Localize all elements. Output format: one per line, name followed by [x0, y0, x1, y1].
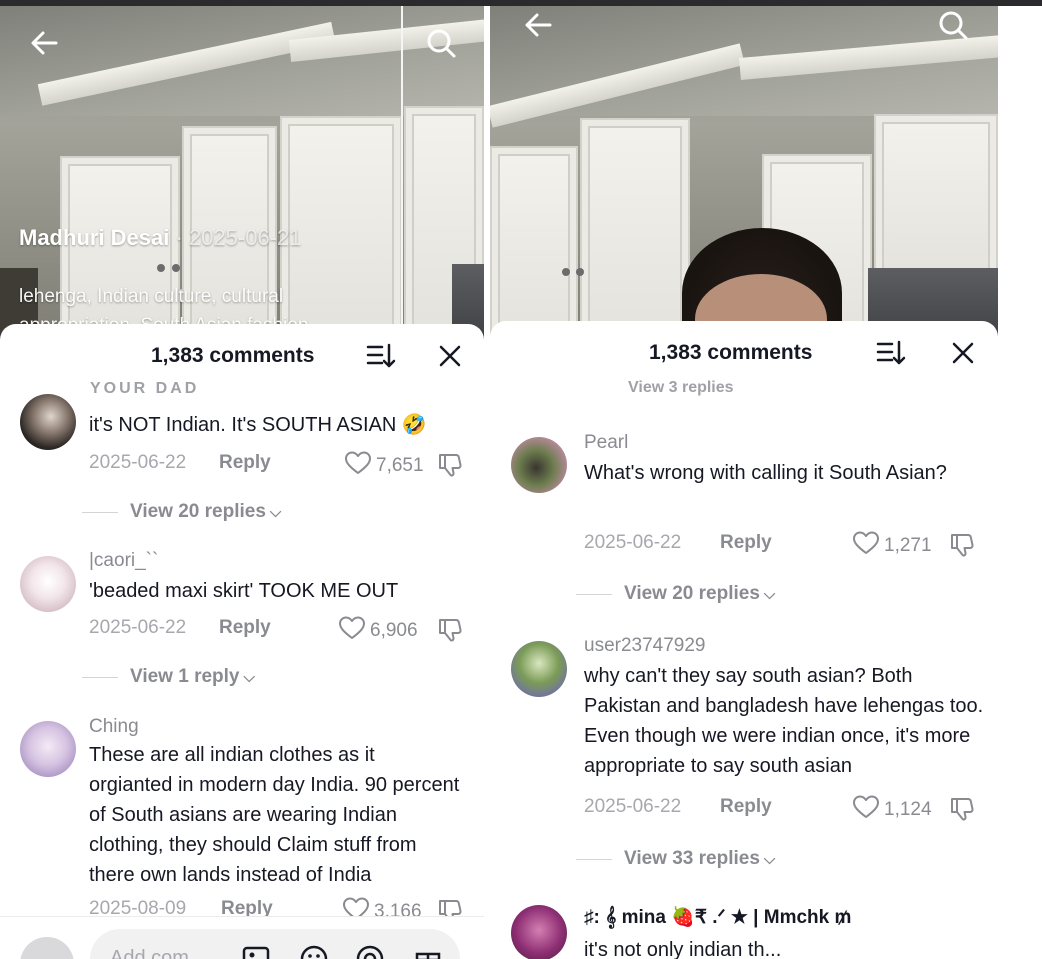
- like-count: 6,906: [370, 620, 418, 641]
- comment-username[interactable]: Ching: [89, 716, 139, 738]
- avatar[interactable]: [511, 437, 567, 493]
- comment-input[interactable]: Add com...: [90, 929, 460, 959]
- cut-off-view-replies: View 3 replies: [628, 379, 734, 396]
- like-button[interactable]: 7,651: [344, 450, 424, 482]
- cut-off-username: YOUR DAD: [90, 380, 200, 397]
- left-screen: Madhuri Desai · 2025-06-21 lehenga, Indi…: [0, 6, 484, 959]
- avatar[interactable]: [511, 905, 567, 959]
- comment-date: 2025-06-22: [584, 532, 682, 553]
- view-replies-button[interactable]: View 20 replies ⌵: [82, 501, 281, 523]
- avatar[interactable]: [20, 394, 76, 450]
- comment-date: 2025-06-22: [584, 796, 682, 817]
- comment-text: why can't they say south asian? Both Pak…: [584, 665, 984, 777]
- search-icon[interactable]: [424, 26, 458, 60]
- comment-input-placeholder: Add com...: [110, 947, 206, 959]
- view-replies-button[interactable]: View 20 replies ⌵: [576, 583, 775, 605]
- dislike-icon[interactable]: [949, 796, 975, 822]
- avatar[interactable]: [20, 721, 76, 777]
- heart-icon: [344, 450, 372, 482]
- like-button[interactable]: 1,124: [852, 794, 932, 826]
- comments-count: 1,383 comments: [649, 341, 813, 364]
- view-replies-label: View 33 replies: [624, 848, 760, 869]
- like-count: 1,271: [884, 535, 932, 556]
- reply-button[interactable]: Reply: [720, 532, 772, 554]
- view-replies-button[interactable]: View 33 replies ⌵: [576, 848, 775, 870]
- reply-button[interactable]: Reply: [219, 617, 271, 639]
- comment-username[interactable]: user23747929: [584, 635, 706, 657]
- heart-icon: [852, 530, 880, 562]
- avatar[interactable]: [511, 641, 567, 697]
- view-replies-label: View 20 replies: [624, 583, 760, 604]
- heart-icon: [852, 794, 880, 826]
- sort-icon[interactable]: [366, 342, 396, 370]
- comment-username[interactable]: |caori_``: [89, 550, 158, 572]
- comment-date: 2025-06-22: [89, 452, 187, 473]
- image-icon[interactable]: [240, 943, 272, 959]
- back-arrow-icon[interactable]: [28, 26, 62, 60]
- reply-button[interactable]: Reply: [720, 796, 772, 818]
- dislike-icon[interactable]: [949, 532, 975, 558]
- reply-button[interactable]: Reply: [219, 452, 271, 474]
- author-name[interactable]: Madhuri Desai: [19, 225, 169, 250]
- comment-text: it's NOT Indian. It's SOUTH ASIAN 🤣: [89, 414, 427, 436]
- comment-text: These are all indian clothes as it orgia…: [89, 744, 460, 886]
- search-icon[interactable]: [936, 8, 970, 42]
- view-replies-label: View 20 replies: [130, 501, 266, 522]
- dislike-icon[interactable]: [437, 617, 463, 643]
- right-screen: 1,383 comments View 3 replies Pearl What…: [490, 6, 998, 959]
- my-avatar: [20, 937, 74, 959]
- view-replies-button[interactable]: View 1 reply ⌵: [82, 666, 255, 688]
- close-icon[interactable]: [950, 340, 976, 366]
- like-button[interactable]: 6,906: [338, 615, 418, 647]
- dislike-icon[interactable]: [437, 452, 463, 478]
- close-icon[interactable]: [437, 343, 463, 369]
- comment-text: 'beaded maxi skirt' TOOK ME OUT: [89, 580, 399, 602]
- avatar[interactable]: [20, 556, 76, 612]
- video-author: Madhuri Desai · 2025-06-21: [19, 225, 301, 251]
- comment-date: 2025-06-22: [89, 617, 187, 638]
- comment-text: it's not only indian th...: [584, 939, 782, 959]
- like-count: 7,651: [376, 455, 424, 476]
- comments-sheet: 1,383 comments View 3 replies Pearl What…: [490, 321, 998, 959]
- like-count: 1,124: [884, 799, 932, 820]
- comments-header: 1,383 comments: [0, 324, 484, 384]
- video-background: [490, 6, 998, 346]
- at-icon[interactable]: [354, 943, 386, 959]
- heart-icon: [338, 615, 366, 647]
- comments-count: 1,383 comments: [151, 344, 315, 367]
- back-arrow-icon[interactable]: [522, 8, 556, 42]
- comment-username[interactable]: Pearl: [584, 432, 628, 454]
- gift-icon[interactable]: [412, 943, 444, 959]
- emoji-icon[interactable]: [298, 943, 330, 959]
- comments-sheet: 1,383 comments YOUR DAD it's NOT Indian.…: [0, 324, 484, 959]
- comment-text: What's wrong with calling it South Asian…: [584, 462, 947, 484]
- comment-username[interactable]: ♯: 𝄞 mina 🍓₹ .ᐟ ★ | Mmchk ₥: [584, 905, 851, 929]
- sort-icon[interactable]: [876, 339, 906, 367]
- comments-header: 1,383 comments: [490, 321, 998, 381]
- video-date: · 2025-06-21: [175, 225, 302, 250]
- view-replies-label: View 1 reply: [130, 666, 240, 687]
- comment-input-bar: Add com...: [0, 916, 484, 959]
- like-button[interactable]: 1,271: [852, 530, 932, 562]
